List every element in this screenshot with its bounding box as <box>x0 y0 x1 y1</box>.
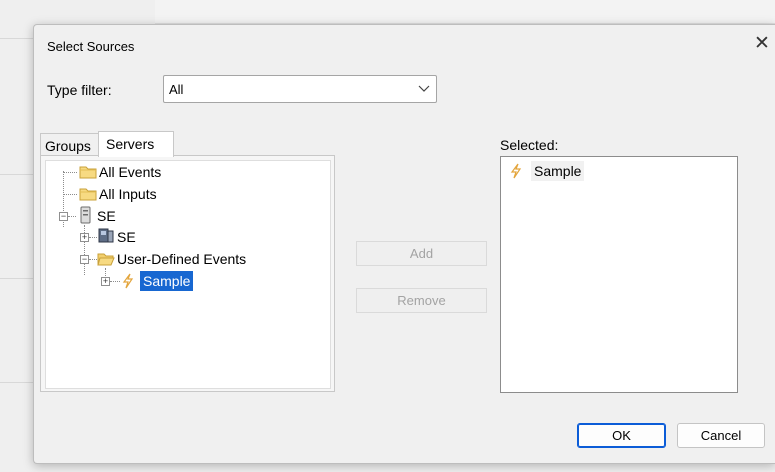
selected-label: Selected: <box>500 137 559 153</box>
list-item-label: Sample <box>531 161 585 181</box>
computer-icon <box>98 228 114 243</box>
ok-button[interactable]: OK <box>577 423 666 448</box>
folder-open-icon <box>97 253 115 266</box>
tree-node-label: All Events <box>99 164 162 180</box>
expand-icon[interactable]: + <box>101 277 110 286</box>
tree-node-se-server[interactable]: SE <box>77 206 157 226</box>
tree-node-se-computer[interactable]: SE <box>97 227 177 247</box>
tree-connector <box>63 194 77 195</box>
background-window-strip <box>155 0 775 24</box>
chevron-down-icon <box>418 85 430 92</box>
tree-connector <box>110 281 120 282</box>
folder-icon <box>79 188 97 201</box>
tree-connector <box>68 216 76 217</box>
server-icon <box>80 206 91 224</box>
tree-node-label: SE <box>97 208 116 224</box>
remove-button[interactable]: Remove <box>356 288 487 313</box>
folder-icon <box>79 166 97 179</box>
tree-node-all-inputs[interactable]: All Inputs <box>79 184 199 204</box>
tree-node-label: Sample <box>138 270 195 292</box>
expand-icon[interactable]: + <box>80 233 89 242</box>
tree-node-user-defined-events[interactable]: User-Defined Events <box>97 249 297 269</box>
server-tree[interactable]: All Events All Inputs − SE + SE − User-D… <box>45 160 331 389</box>
tree-connector <box>89 237 97 238</box>
type-filter-value: All <box>169 82 184 97</box>
tab-servers[interactable]: Servers <box>98 131 174 157</box>
collapse-icon[interactable]: − <box>80 255 89 264</box>
servers-tab-panel: All Events All Inputs − SE + SE − User-D… <box>40 155 335 392</box>
lightning-icon <box>510 163 522 179</box>
dialog-title: Select Sources <box>47 39 135 54</box>
close-icon[interactable]: ✕ <box>752 34 772 54</box>
tree-node-label: SE <box>117 229 136 245</box>
selected-sources-list[interactable]: Sample <box>500 156 738 393</box>
type-filter-select[interactable]: All <box>163 75 437 103</box>
tree-node-sample[interactable]: Sample <box>121 270 221 292</box>
add-button[interactable]: Add <box>356 241 487 266</box>
lightning-icon <box>122 273 134 289</box>
type-filter-label: Type filter: <box>47 82 112 98</box>
tree-node-all-events[interactable]: All Events <box>79 162 199 182</box>
tree-node-label: User-Defined Events <box>117 251 247 267</box>
tree-connector <box>89 259 97 260</box>
tab-groups[interactable]: Groups <box>40 133 99 156</box>
cancel-button[interactable]: Cancel <box>677 423 765 448</box>
select-sources-dialog: Select Sources ✕ Type filter: All Groups… <box>33 24 775 464</box>
tree-node-label: All Inputs <box>99 186 157 202</box>
tree-connector <box>63 172 77 173</box>
collapse-icon[interactable]: − <box>59 212 68 221</box>
